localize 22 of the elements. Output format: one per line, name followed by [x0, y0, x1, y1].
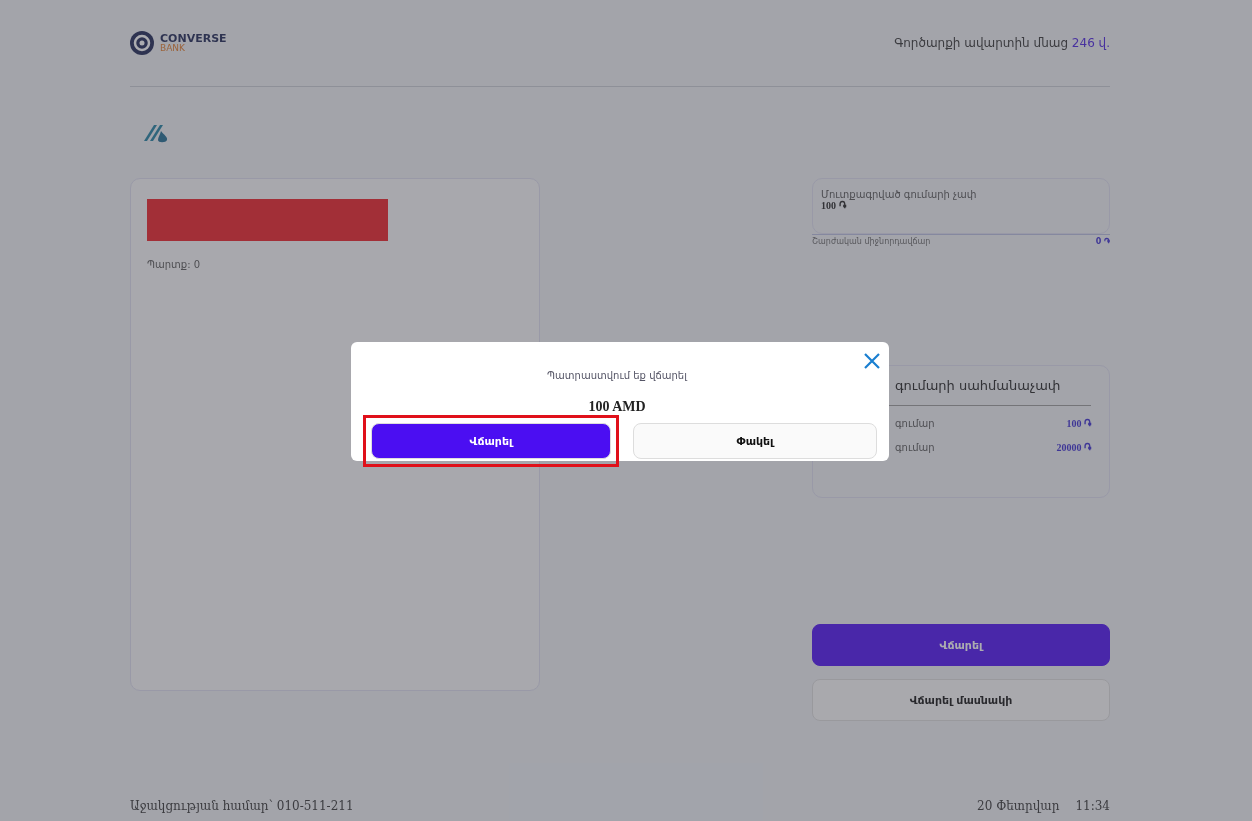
commission-value: 0 ֏ — [1095, 237, 1110, 247]
logo-icon — [130, 31, 154, 55]
close-button[interactable]: Փակել — [633, 423, 877, 459]
limit-value: 100 ֏ — [1066, 418, 1091, 430]
timer-text: Գործարքի ավարտին մնաց 246 վ. — [894, 36, 1110, 50]
commission-label: Շարժական միջնորդավճար — [812, 237, 931, 247]
support-phone: Աջակցության համար՝ 010-511-211 — [130, 799, 354, 813]
logo-name: CONVERSE — [160, 33, 227, 44]
close-icon[interactable] — [863, 352, 881, 370]
amount-field[interactable]: Մուտքագրված գումարի չափ 100 ֏ — [812, 178, 1110, 234]
logo-subtitle: BANK — [160, 44, 186, 53]
limit-label: գումար — [895, 442, 935, 454]
debt-text: Պարտք: 0 — [147, 259, 202, 270]
date-text: 20 Փետրվար — [977, 799, 1060, 813]
pay-button[interactable]: Վճարել — [812, 624, 1110, 666]
confirm-button[interactable]: Վճարել — [371, 423, 611, 459]
limit-value: 20000 ֏ — [1056, 442, 1091, 454]
limit-label: գումար — [895, 418, 935, 430]
dialog-amount: 100 AMD — [587, 399, 647, 415]
pay-button[interactable]: Վճարել մասնակի — [812, 679, 1110, 721]
dialog-message: Պատրաստվում եք վճարել — [546, 370, 689, 381]
time-text: 11:34 — [1075, 799, 1110, 813]
